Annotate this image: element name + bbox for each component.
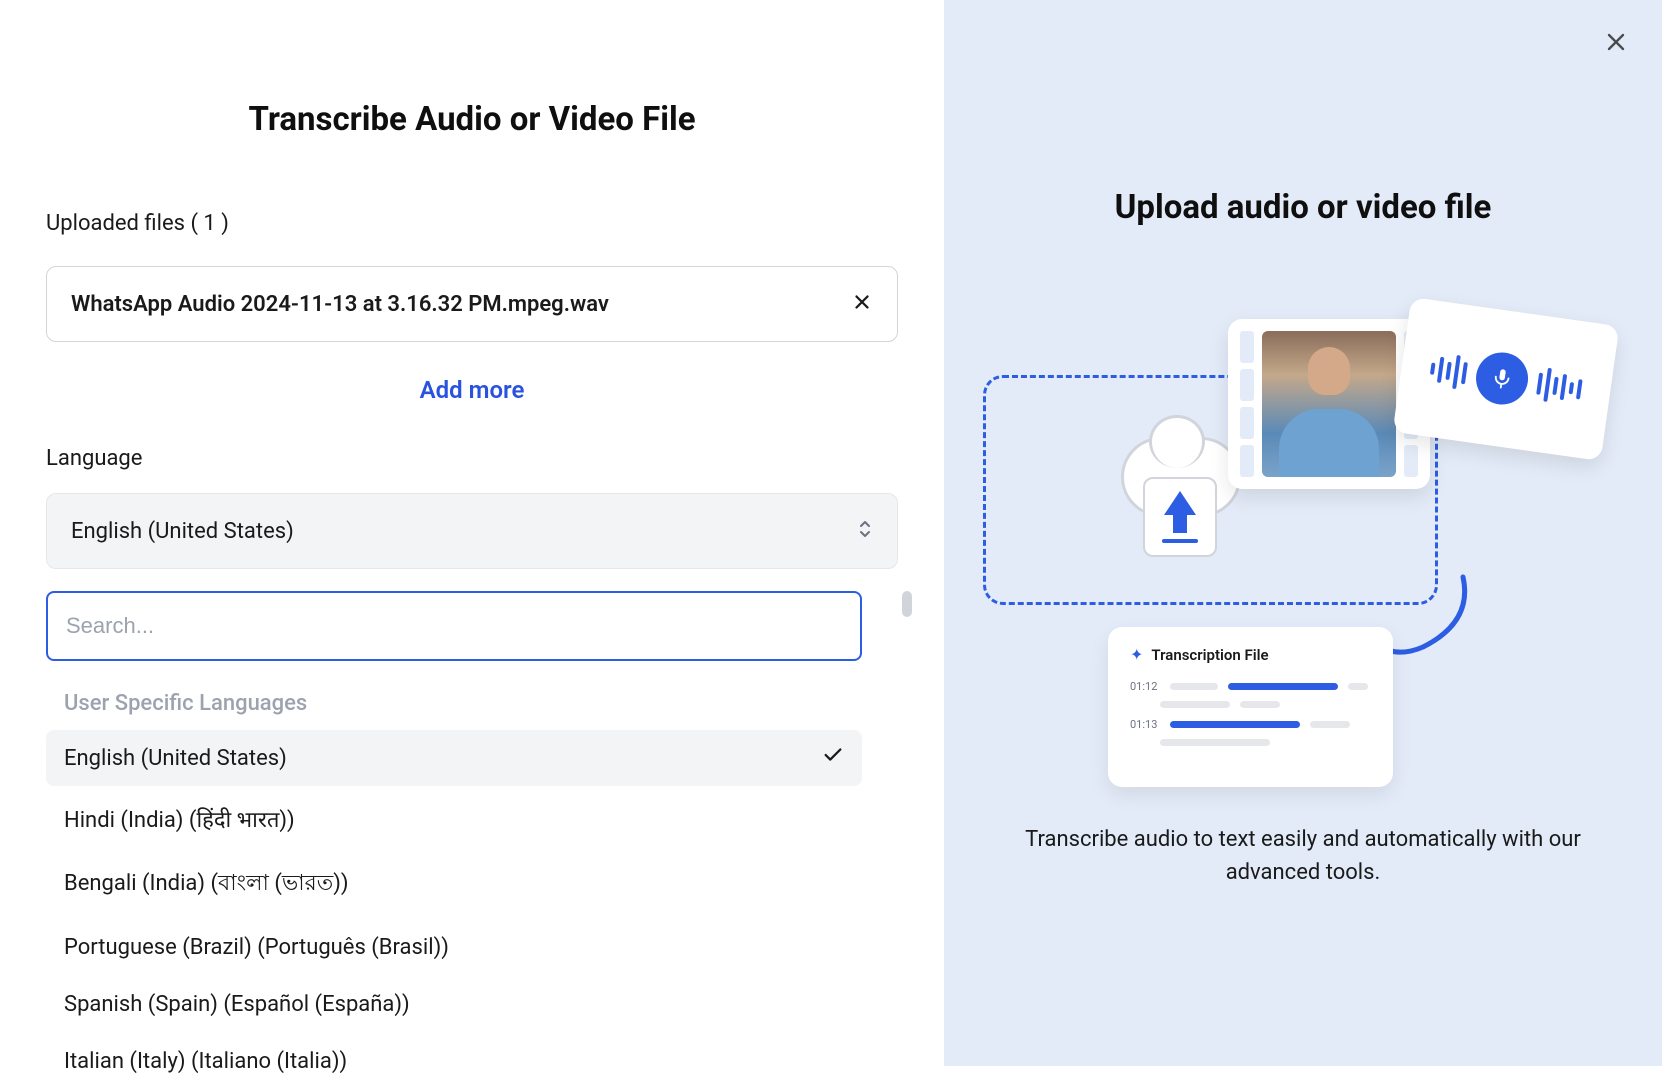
dropdown-section-title: User Specific Languages bbox=[46, 683, 862, 730]
waveform-right bbox=[1535, 367, 1583, 407]
uploaded-file-chip: WhatsApp Audio 2024-11-13 at 3.16.32 PM.… bbox=[46, 266, 898, 342]
microphone-icon bbox=[1473, 349, 1532, 408]
language-option[interactable]: Spanish (Spain) (Español (España)) bbox=[46, 978, 862, 1031]
close-icon bbox=[1602, 28, 1630, 56]
language-option-label: Portuguese (Brazil) (Português (Brasil)) bbox=[64, 935, 449, 960]
waveform-left bbox=[1428, 352, 1468, 391]
language-dropdown: User Specific Languages English (United … bbox=[46, 591, 898, 1088]
sparkle-icon: ✦ bbox=[1130, 645, 1143, 664]
language-option-label: Bengali (India) (বাংলা (ভারত)) bbox=[64, 866, 349, 903]
language-search-input[interactable] bbox=[66, 613, 842, 639]
info-description: Transcribe audio to text easily and auto… bbox=[1003, 823, 1603, 889]
upload-arrow-card bbox=[1143, 477, 1217, 557]
uploaded-files-label: Uploaded files ( 1 ) bbox=[46, 211, 898, 236]
video-thumbnail bbox=[1262, 331, 1396, 477]
upload-illustration: ✦ Transcription File 01:12 01:13 bbox=[983, 307, 1623, 767]
language-option[interactable]: Portuguese (Brazil) (Português (Brasil)) bbox=[46, 921, 862, 974]
check-icon bbox=[822, 744, 844, 772]
language-option-label: Hindi (India) (हिंदी भारत)) bbox=[64, 804, 295, 834]
scrollbar-thumb[interactable] bbox=[902, 591, 912, 617]
transcript-card-title: Transcription File bbox=[1151, 646, 1268, 664]
remove-file-button[interactable] bbox=[851, 291, 873, 317]
language-select[interactable]: English (United States) bbox=[46, 493, 898, 569]
uploaded-file-name: WhatsApp Audio 2024-11-13 at 3.16.32 PM.… bbox=[71, 292, 609, 317]
language-search-wrapper bbox=[46, 591, 862, 661]
language-select-value: English (United States) bbox=[71, 519, 294, 544]
language-label: Language bbox=[46, 446, 898, 471]
transcription-preview-card: ✦ Transcription File 01:12 01:13 bbox=[1108, 627, 1393, 787]
add-more-button[interactable]: Add more bbox=[46, 376, 898, 404]
close-dialog-button[interactable] bbox=[1602, 28, 1630, 60]
language-dropdown-list: User Specific Languages English (United … bbox=[46, 683, 862, 1088]
language-option[interactable]: Italian (Italy) (Italiano (Italia)) bbox=[46, 1035, 862, 1088]
language-option-label: English (United States) bbox=[64, 746, 287, 771]
audio-preview-card bbox=[1393, 297, 1620, 461]
transcribe-form-panel: Transcribe Audio or Video File Uploaded … bbox=[0, 0, 944, 1066]
timestamp: 01:12 bbox=[1130, 680, 1160, 693]
language-option[interactable]: English (United States) bbox=[46, 730, 862, 786]
close-icon bbox=[851, 291, 873, 313]
language-option-label: Italian (Italy) (Italiano (Italia)) bbox=[64, 1049, 347, 1074]
page-title: Transcribe Audio or Video File bbox=[46, 100, 898, 139]
info-title: Upload audio or video file bbox=[1115, 188, 1492, 227]
language-option-label: Spanish (Spain) (Español (España)) bbox=[64, 992, 410, 1017]
language-option[interactable]: Bengali (India) (বাংলা (ভারত)) bbox=[46, 852, 862, 917]
timestamp: 01:13 bbox=[1130, 718, 1160, 731]
chevron-updown-icon bbox=[857, 518, 873, 544]
language-option[interactable]: Hindi (India) (हिंदी भारत)) bbox=[46, 790, 862, 848]
info-panel: Upload audio or video file bbox=[944, 0, 1662, 1066]
